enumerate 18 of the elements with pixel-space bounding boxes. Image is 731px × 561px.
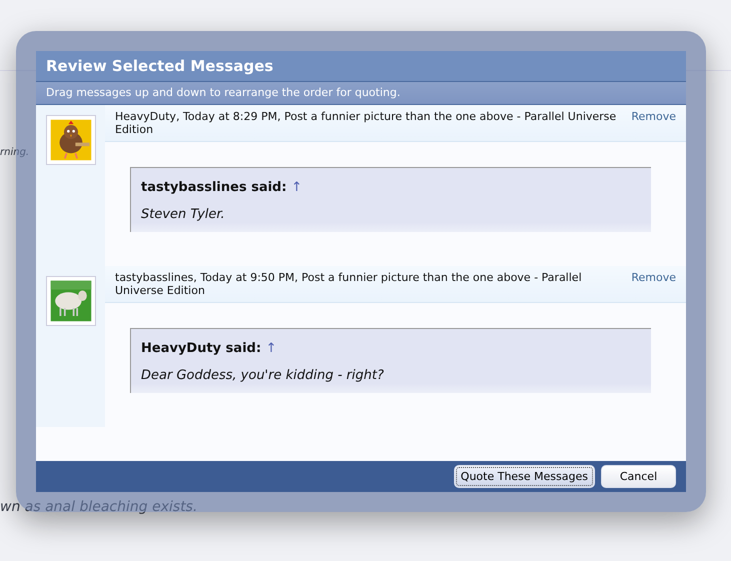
quote-author: tastybasslines said: ↑ xyxy=(141,180,304,195)
background-text: wn as anal bleaching exists. xyxy=(0,499,198,515)
sheep-photo xyxy=(46,276,96,326)
message-item[interactable]: HeavyDuty, Today at 8:29 PM, Post a funnier picture than the one above - Parallel Universe Edition Remove tastybasslines said: ↑ Steven Tyler. xyxy=(36,105,686,266)
quote-text: Dear Goddess, you're kidding - right? xyxy=(141,368,385,383)
dialog-title: Review Selected Messages xyxy=(36,51,686,82)
message-item[interactable]: tastybasslines, Today at 9:50 PM, Post a funnier picture than the one above - Parallel Universe Edition Remove HeavyDuty said: ↑ Dear Goddess, you're kidding - right? xyxy=(36,266,686,427)
background-text: rning. xyxy=(0,147,30,158)
quote-button[interactable]: Quote These Messages xyxy=(454,465,595,488)
quote-author: HeavyDuty said: ↑ xyxy=(141,341,278,356)
dialog-subtitle: Drag messages up and down to rearrange the order for quoting. xyxy=(36,82,686,105)
remove-link[interactable]: Remove xyxy=(631,110,676,136)
remove-link[interactable]: Remove xyxy=(631,271,676,297)
quote-text: Steven Tyler. xyxy=(141,207,226,222)
cancel-button[interactable]: Cancel xyxy=(601,465,676,488)
chicken-avatar-icon xyxy=(46,115,96,165)
message-header: tastybasslines, Today at 9:50 PM, Post a funnier picture than the one above - Parallel Universe Edition xyxy=(115,271,583,297)
message-header: HeavyDuty, Today at 8:29 PM, Post a funnier picture than the one above - Parallel Universe Edition xyxy=(115,110,618,136)
